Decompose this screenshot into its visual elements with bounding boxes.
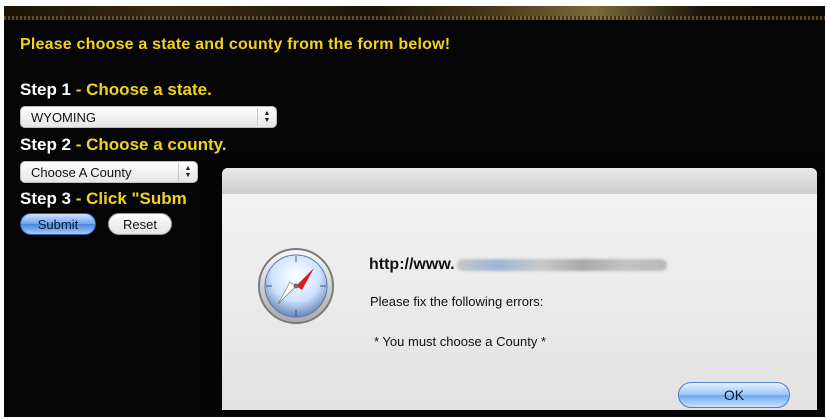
page-headline: Please choose a state and county from th… <box>20 36 451 53</box>
step-1-text: - Choose a state. <box>71 80 212 99</box>
step-3-label: Step 3 <box>20 189 72 208</box>
select-arrows-icon: ▲ ▼ <box>178 163 197 181</box>
safari-compass-icon <box>256 246 336 326</box>
step-3-heading: Step 3 - Click "Subm <box>20 189 187 209</box>
header-strip <box>4 6 825 20</box>
county-select-value: Choose A County <box>31 164 132 180</box>
dialog-body: http://www. Please fix the following err… <box>222 194 817 410</box>
step-2-text: - Choose a county. <box>71 135 227 154</box>
alert-message-line2: * You must choose a County * <box>374 334 547 349</box>
ok-button[interactable]: OK <box>678 382 790 408</box>
county-select[interactable]: Choose A County ▲ ▼ <box>20 161 198 183</box>
reset-button[interactable]: Reset <box>108 213 172 235</box>
step-2-label: Step 2 <box>20 135 72 154</box>
web-page: Please choose a state and county from th… <box>4 6 825 417</box>
alert-dialog: http://www. Please fix the following err… <box>222 168 817 410</box>
submit-button[interactable]: Submit <box>20 213 96 235</box>
dialog-titlebar <box>222 168 817 195</box>
redacted-domain <box>456 259 667 271</box>
alert-url-prefix: http://www. <box>369 256 455 273</box>
step-1-heading: Step 1 - Choose a state. <box>20 80 212 100</box>
state-select[interactable]: WYOMING ▲ ▼ <box>20 106 277 128</box>
state-select-value: WYOMING <box>31 109 96 125</box>
alert-url: http://www. <box>369 256 667 274</box>
step-3-text: - Click "Subm <box>71 189 187 208</box>
step-1-label: Step 1 <box>20 80 72 99</box>
step-2-heading: Step 2 - Choose a county. <box>20 135 227 155</box>
alert-message-line1: Please fix the following errors: <box>370 294 544 309</box>
select-arrows-icon: ▲ ▼ <box>257 108 276 126</box>
